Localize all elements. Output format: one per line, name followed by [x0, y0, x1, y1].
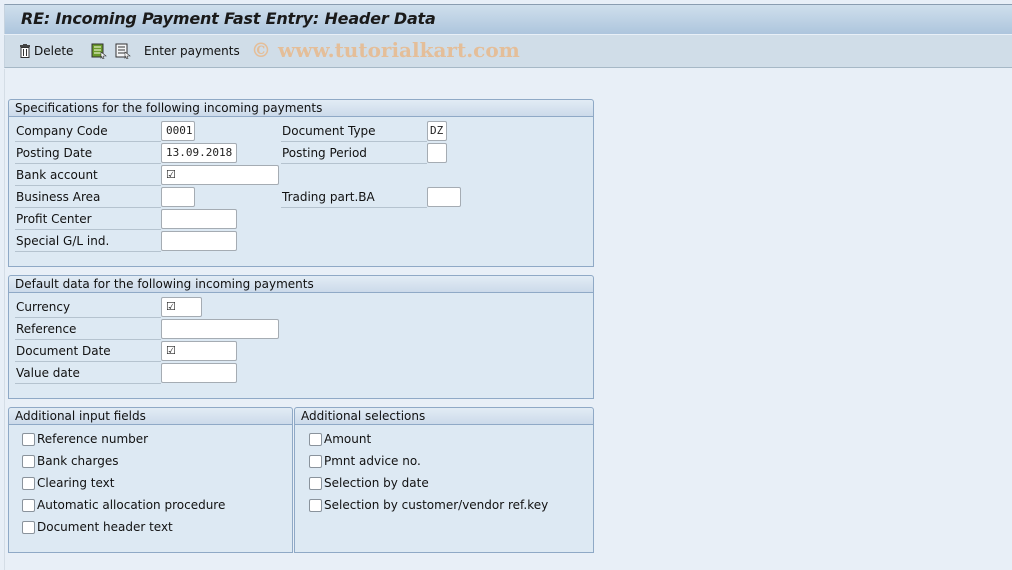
checkbox-label: Selection by customer/vendor ref.key: [324, 498, 549, 512]
checkbox-label: Selection by date: [324, 476, 429, 490]
additional-input-fields-title: Additional input fields: [9, 408, 292, 425]
posting-date-label: Posting Date: [15, 143, 161, 164]
select-all-button[interactable]: [91, 42, 107, 60]
default-data-group-title: Default data for the following incoming …: [9, 276, 593, 293]
document-type-label: Document Type: [281, 121, 427, 142]
content-edge: [4, 69, 5, 570]
clearing-text-checkbox[interactable]: Clearing text: [22, 474, 114, 492]
automatic-allocation-checkbox[interactable]: Automatic allocation procedure: [22, 496, 225, 514]
reference-number-checkbox[interactable]: Reference number: [22, 430, 148, 448]
watermark: © www.tutorialkart.com: [251, 38, 520, 62]
title-bar: RE: Incoming Payment Fast Entry: Header …: [4, 4, 1012, 34]
checkbox-box[interactable]: [309, 476, 322, 490]
currency-input[interactable]: ☑: [161, 297, 202, 317]
enter-payments-button[interactable]: Enter payments: [144, 42, 240, 60]
company-code-label: Company Code: [15, 121, 161, 142]
checkbox-label: Bank charges: [37, 454, 119, 468]
checkbox-label: Clearing text: [37, 476, 115, 490]
document-type-input[interactable]: DZ: [427, 121, 447, 141]
reference-input[interactable]: [161, 319, 279, 339]
checkbox-box[interactable]: [22, 520, 35, 534]
special-gl-ind-input[interactable]: [161, 231, 237, 251]
special-gl-ind-label: Special G/L ind.: [15, 231, 161, 252]
delete-label: Delete: [34, 44, 74, 58]
deselect-all-icon: [115, 43, 131, 59]
business-area-label: Business Area: [15, 187, 161, 208]
checkbox-label: Document header text: [37, 520, 173, 534]
bank-account-input[interactable]: ☑: [161, 165, 279, 185]
application-toolbar: Delete Enter payments © www.tutorialkart…: [4, 35, 1012, 68]
posting-period-input[interactable]: [427, 143, 447, 163]
checkbox-box[interactable]: [309, 454, 322, 468]
profit-center-label: Profit Center: [15, 209, 161, 230]
enter-payments-label: Enter payments: [144, 44, 240, 58]
value-date-label: Value date: [15, 363, 161, 384]
document-header-text-checkbox[interactable]: Document header text: [22, 518, 173, 536]
bank-charges-checkbox[interactable]: Bank charges: [22, 452, 119, 470]
selection-by-ref-key-checkbox[interactable]: Selection by customer/vendor ref.key: [309, 496, 548, 514]
page-title: RE: Incoming Payment Fast Entry: Header …: [21, 9, 436, 28]
company-code-input[interactable]: 0001: [161, 121, 195, 141]
checkbox-box[interactable]: [22, 476, 35, 490]
profit-center-input[interactable]: [161, 209, 237, 229]
checkbox-label: Amount: [324, 432, 372, 446]
checkbox-label: Pmnt advice no.: [324, 454, 421, 468]
selection-by-date-checkbox[interactable]: Selection by date: [309, 474, 429, 492]
checkbox-box[interactable]: [309, 432, 322, 446]
pmnt-advice-no-checkbox[interactable]: Pmnt advice no.: [309, 452, 421, 470]
checkbox-box[interactable]: [22, 498, 35, 512]
delete-button[interactable]: Delete: [19, 42, 73, 60]
trading-part-ba-input[interactable]: [427, 187, 461, 207]
checkbox-box[interactable]: [22, 454, 35, 468]
document-date-input[interactable]: ☑: [161, 341, 237, 361]
posting-date-input[interactable]: 13.09.2018: [161, 143, 237, 163]
currency-label: Currency: [15, 297, 161, 318]
bank-account-label: Bank account: [15, 165, 161, 186]
reference-label: Reference: [15, 319, 161, 340]
checkbox-box[interactable]: [22, 432, 35, 446]
checkbox-label: Automatic allocation procedure: [37, 498, 226, 512]
business-area-input[interactable]: [161, 187, 195, 207]
value-date-input[interactable]: [161, 363, 237, 383]
checkbox-box[interactable]: [309, 498, 322, 512]
deselect-all-button[interactable]: [115, 42, 131, 60]
amount-checkbox[interactable]: Amount: [309, 430, 371, 448]
trading-part-ba-label: Trading part.BA: [281, 187, 427, 208]
specifications-group-title: Specifications for the following incomin…: [9, 100, 593, 117]
document-date-label: Document Date: [15, 341, 161, 362]
checkbox-label: Reference number: [37, 432, 149, 446]
posting-period-label: Posting Period: [281, 143, 427, 164]
select-all-icon: [91, 43, 107, 59]
additional-selections-title: Additional selections: [295, 408, 593, 425]
trash-icon: [20, 44, 30, 58]
